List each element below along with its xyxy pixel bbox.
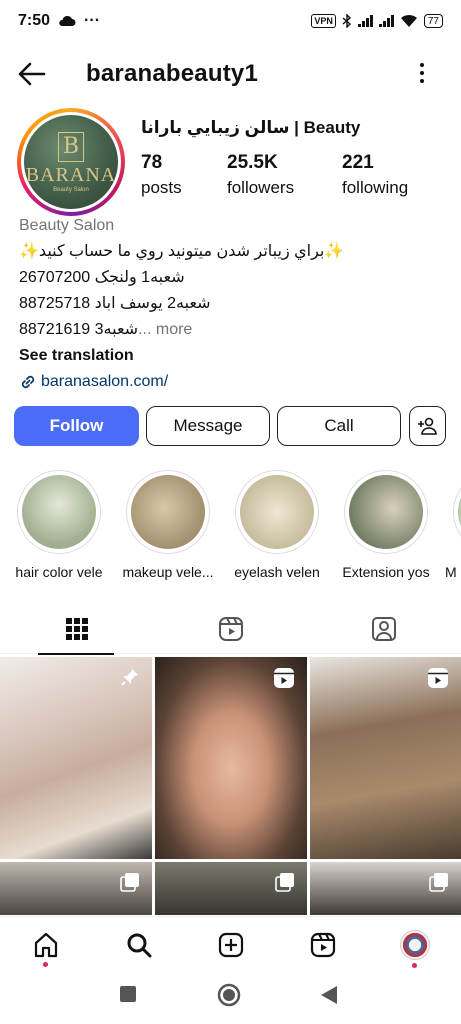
highlight-label: eyelash velen bbox=[234, 564, 320, 580]
posts-count: 78 bbox=[141, 152, 163, 173]
highlight-label: M bbox=[445, 564, 457, 580]
back-system-button[interactable] bbox=[320, 985, 338, 1010]
website-url: baranasalon.com/ bbox=[41, 373, 169, 390]
followers-label: followers bbox=[227, 178, 295, 197]
posts-label: posts bbox=[141, 178, 182, 197]
post-tile[interactable] bbox=[310, 657, 461, 859]
stat-posts[interactable]: 78 posts bbox=[141, 152, 182, 198]
battery-icon: 77 bbox=[423, 14, 443, 28]
link-icon bbox=[21, 375, 35, 389]
stat-followers[interactable]: 25.5K followers bbox=[227, 152, 294, 198]
bio-line-3: شعبه2 یوسف اباد 88725718 bbox=[19, 295, 211, 312]
bio-more-link[interactable]: ... more bbox=[138, 321, 192, 338]
profile-header: baranabeauty1 bbox=[0, 52, 461, 96]
reels-icon bbox=[218, 617, 243, 641]
signal-icon bbox=[357, 15, 373, 27]
cloud-icon bbox=[59, 15, 76, 26]
follow-button[interactable]: Follow bbox=[14, 406, 139, 446]
bio-line-1: ✨براي زيباتر شدن ميتونيد روي ما حساب كني… bbox=[19, 243, 345, 260]
nav-search[interactable] bbox=[123, 929, 155, 961]
bio-line-4: 88721619 شعبه3... more bbox=[19, 317, 449, 343]
post-tile[interactable] bbox=[155, 862, 307, 915]
highlight-label: makeup vele... bbox=[122, 564, 214, 580]
highlight-partial[interactable]: M bbox=[445, 470, 461, 580]
back-arrow-icon bbox=[18, 62, 46, 86]
highlight-eyelash[interactable]: eyelash velen bbox=[227, 470, 327, 580]
bio-category: Beauty Salon bbox=[19, 217, 115, 234]
highlight-label: hair color vele bbox=[15, 564, 103, 580]
following-label: following bbox=[342, 178, 409, 197]
following-count: 221 bbox=[342, 152, 374, 173]
signal-icon-2 bbox=[378, 15, 394, 27]
stat-following[interactable]: 221 following bbox=[342, 152, 408, 198]
reels-icon bbox=[274, 668, 294, 688]
profile-actions: Follow Message Call bbox=[14, 406, 446, 446]
tab-reels[interactable] bbox=[154, 604, 307, 654]
nav-home[interactable] bbox=[30, 929, 62, 967]
home-icon bbox=[34, 932, 58, 958]
home-system-button[interactable] bbox=[217, 983, 241, 1012]
carousel-icon bbox=[120, 873, 139, 892]
reels-icon bbox=[310, 932, 336, 958]
status-bar: 7:50 ··· VPN 77 bbox=[0, 0, 461, 42]
notification-dot bbox=[412, 963, 417, 968]
highlight-cover bbox=[22, 475, 96, 549]
wifi-icon bbox=[400, 14, 417, 27]
highlight-cover bbox=[131, 475, 205, 549]
highlight-cover bbox=[349, 475, 423, 549]
status-time: 7:50 bbox=[18, 12, 51, 29]
highlight-makeup[interactable]: makeup vele... bbox=[118, 470, 218, 580]
call-button[interactable]: Call bbox=[277, 406, 401, 446]
nav-profile[interactable] bbox=[399, 929, 431, 968]
bio-line-4-text: 88721619 شعبه3 bbox=[19, 321, 139, 338]
add-person-icon bbox=[417, 417, 437, 435]
display-name: سالن زیبایي بارانا | Beauty bbox=[141, 118, 361, 137]
website-link[interactable]: baranasalon.com/ bbox=[19, 369, 449, 395]
system-navigation bbox=[0, 972, 461, 1024]
story-highlights: hair color vele makeup vele... eyelash v… bbox=[0, 470, 461, 585]
vpn-badge: VPN bbox=[311, 14, 336, 28]
profile-bio: Beauty Salon ✨براي زيباتر شدن ميتونيد رو… bbox=[19, 213, 449, 395]
back-button[interactable] bbox=[16, 60, 48, 88]
message-button[interactable]: Message bbox=[146, 406, 270, 446]
nav-reels[interactable] bbox=[307, 929, 339, 961]
create-icon bbox=[218, 932, 244, 958]
post-tile[interactable] bbox=[0, 657, 152, 859]
carousel-icon bbox=[429, 873, 448, 892]
post-tile[interactable] bbox=[155, 657, 307, 859]
profile-username: baranabeauty1 bbox=[86, 60, 259, 87]
notification-dot bbox=[43, 962, 48, 967]
highlight-extension[interactable]: Extension yos bbox=[336, 470, 436, 580]
profile-tabs bbox=[0, 604, 461, 655]
post-tile[interactable] bbox=[0, 862, 152, 915]
bluetooth-icon bbox=[342, 14, 351, 28]
bio-line-2: شعبه1 ولنجک 26707200 bbox=[19, 269, 185, 286]
recent-apps-button[interactable] bbox=[120, 986, 136, 1007]
bottom-navigation bbox=[0, 916, 461, 972]
nav-create[interactable] bbox=[215, 929, 247, 961]
tab-posts-grid[interactable] bbox=[0, 604, 153, 655]
search-icon bbox=[127, 933, 152, 958]
status-dots: ··· bbox=[84, 12, 101, 29]
profile-avatar-icon bbox=[400, 930, 430, 960]
post-tile[interactable] bbox=[310, 862, 461, 915]
circle-icon bbox=[217, 983, 241, 1007]
grid-icon bbox=[65, 618, 88, 640]
reels-icon bbox=[428, 668, 448, 688]
highlight-label: Extension yos bbox=[342, 564, 430, 580]
posts-grid bbox=[0, 657, 461, 915]
square-icon bbox=[120, 986, 136, 1002]
highlight-cover bbox=[240, 475, 314, 549]
profile-stats: 78 posts 25.5K followers 221 following bbox=[0, 152, 461, 202]
see-translation-link[interactable]: See translation bbox=[19, 343, 449, 369]
more-options-button[interactable] bbox=[410, 58, 434, 88]
carousel-icon bbox=[275, 873, 294, 892]
tagged-icon bbox=[371, 617, 396, 641]
suggested-users-button[interactable] bbox=[409, 406, 446, 446]
triangle-back-icon bbox=[321, 986, 337, 1004]
followers-count: 25.5K bbox=[227, 152, 278, 173]
pin-icon bbox=[121, 669, 138, 686]
highlight-hair-color[interactable]: hair color vele bbox=[9, 470, 109, 580]
tab-tagged[interactable] bbox=[307, 604, 460, 654]
